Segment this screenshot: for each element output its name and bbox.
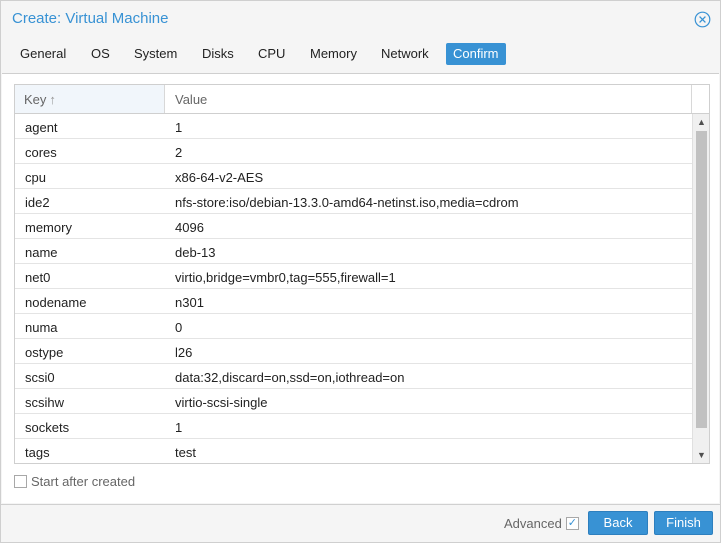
row-key: tags <box>25 445 50 460</box>
row-value: 0 <box>175 320 183 335</box>
row-value: n301 <box>175 295 204 310</box>
table-row[interactable]: cpu x86-64-v2-AES <box>15 164 692 189</box>
row-value: virtio-scsi-single <box>175 395 268 410</box>
table-row[interactable]: nodename n301 <box>15 289 692 314</box>
table-row[interactable]: ide2 nfs-store:iso/debian-13.3.0-amd64-ne… <box>15 189 692 214</box>
row-key: scsi0 <box>25 370 55 385</box>
tab-disks[interactable]: Disks <box>195 43 241 65</box>
table-row[interactable]: net0 virtio,bridge=vmbr0,tag=555,firewall… <box>15 264 692 289</box>
table-row[interactable]: scsi0 data:32,discard=on,ssd=on,iothread=… <box>15 364 692 389</box>
start-after-created-checkbox[interactable]: Start after created <box>14 474 135 490</box>
scroll-up-arrow-icon[interactable]: ▲ <box>693 114 710 130</box>
row-value: 1 <box>175 420 183 435</box>
table-row[interactable]: agent 1 <box>15 114 692 139</box>
start-after-created-box[interactable] <box>14 475 27 489</box>
row-value: nfs-store:iso/debian-13.3.0-amd64-netins… <box>175 195 519 210</box>
table-row[interactable]: ostype l26 <box>15 339 692 364</box>
row-key: nodename <box>25 295 87 310</box>
advanced-checkbox[interactable]: ✓ <box>565 517 579 531</box>
grid-scrollbar[interactable]: ▲ ▼ <box>692 114 709 463</box>
table-row[interactable]: numa 0 <box>15 314 692 339</box>
row-key: cpu <box>25 170 46 185</box>
row-value: x86-64-v2-AES <box>175 170 264 185</box>
row-key: ide2 <box>25 195 50 210</box>
tab-memory[interactable]: Memory <box>303 43 364 65</box>
column-header-value-label: Value <box>175 92 208 107</box>
row-value: test <box>175 445 196 460</box>
row-value: 2 <box>175 145 183 160</box>
row-key: name <box>25 245 58 260</box>
create-vm-dialog: Create: Virtual Machine General OS Syste… <box>0 0 721 543</box>
row-key: numa <box>25 320 58 335</box>
tab-os[interactable]: OS <box>84 43 117 65</box>
dialog-header: Create: Virtual Machine <box>1 1 720 37</box>
sort-ascending-icon: ↑ <box>49 92 56 107</box>
advanced-label: Advanced <box>504 516 562 531</box>
back-button[interactable]: Back <box>588 511 648 535</box>
scroll-down-arrow-icon[interactable]: ▼ <box>693 447 710 463</box>
tab-cpu[interactable]: CPU <box>251 43 292 65</box>
table-row[interactable]: sockets 1 <box>15 414 692 439</box>
table-row[interactable]: tags test <box>15 439 692 463</box>
tab-network[interactable]: Network <box>374 43 436 65</box>
column-header-value[interactable]: Value <box>165 85 692 113</box>
column-header-key-label: Key <box>24 92 47 107</box>
table-row[interactable]: memory 4096 <box>15 214 692 239</box>
row-value: l26 <box>175 345 193 360</box>
row-key: memory <box>25 220 72 235</box>
start-after-created-label: Start after created <box>31 474 136 489</box>
tab-confirm[interactable]: Confirm <box>446 43 506 65</box>
row-key: scsihw <box>25 395 65 410</box>
row-key: ostype <box>25 345 64 360</box>
dialog-footer: Advanced ✓ Back Finish <box>1 504 720 542</box>
row-value: data:32,discard=on,ssd=on,iothread=on <box>175 370 405 385</box>
wizard-tabs: General OS System Disks CPU Memory Netwo… <box>1 39 720 71</box>
table-row[interactable]: cores 2 <box>15 139 692 164</box>
row-value: 1 <box>175 120 183 135</box>
row-key: cores <box>25 145 57 160</box>
table-row[interactable]: scsihw virtio-scsi-single <box>15 389 692 414</box>
confirm-panel: Key ↑ Value agent 1 cores 2 cpu x86-64-v2-AE… <box>2 73 719 503</box>
dialog-title: Create: Virtual Machine <box>12 10 169 27</box>
summary-grid: Key ↑ Value agent 1 cores 2 cpu x86-64-v2-AE… <box>14 84 710 464</box>
close-icon[interactable] <box>694 11 711 28</box>
tab-system[interactable]: System <box>127 43 184 65</box>
row-value: virtio,bridge=vmbr0,tag=555,firewall=1 <box>175 270 396 285</box>
row-key: sockets <box>25 420 70 435</box>
scrollbar-thumb[interactable] <box>696 131 707 428</box>
tab-general[interactable]: General <box>13 43 73 65</box>
finish-button[interactable]: Finish <box>654 511 713 535</box>
row-key: agent <box>25 120 58 135</box>
column-header-key[interactable]: Key ↑ <box>15 85 165 113</box>
table-row[interactable]: name deb-13 <box>15 239 692 264</box>
row-value: 4096 <box>175 220 204 235</box>
row-key: net0 <box>25 270 51 285</box>
row-value: deb-13 <box>175 245 216 260</box>
grid-header: Key ↑ Value <box>15 85 709 114</box>
grid-rows: agent 1 cores 2 cpu x86-64-v2-AES ide2 nfs-s… <box>15 114 692 463</box>
advanced-toggle[interactable]: Advanced ✓ <box>504 516 579 531</box>
